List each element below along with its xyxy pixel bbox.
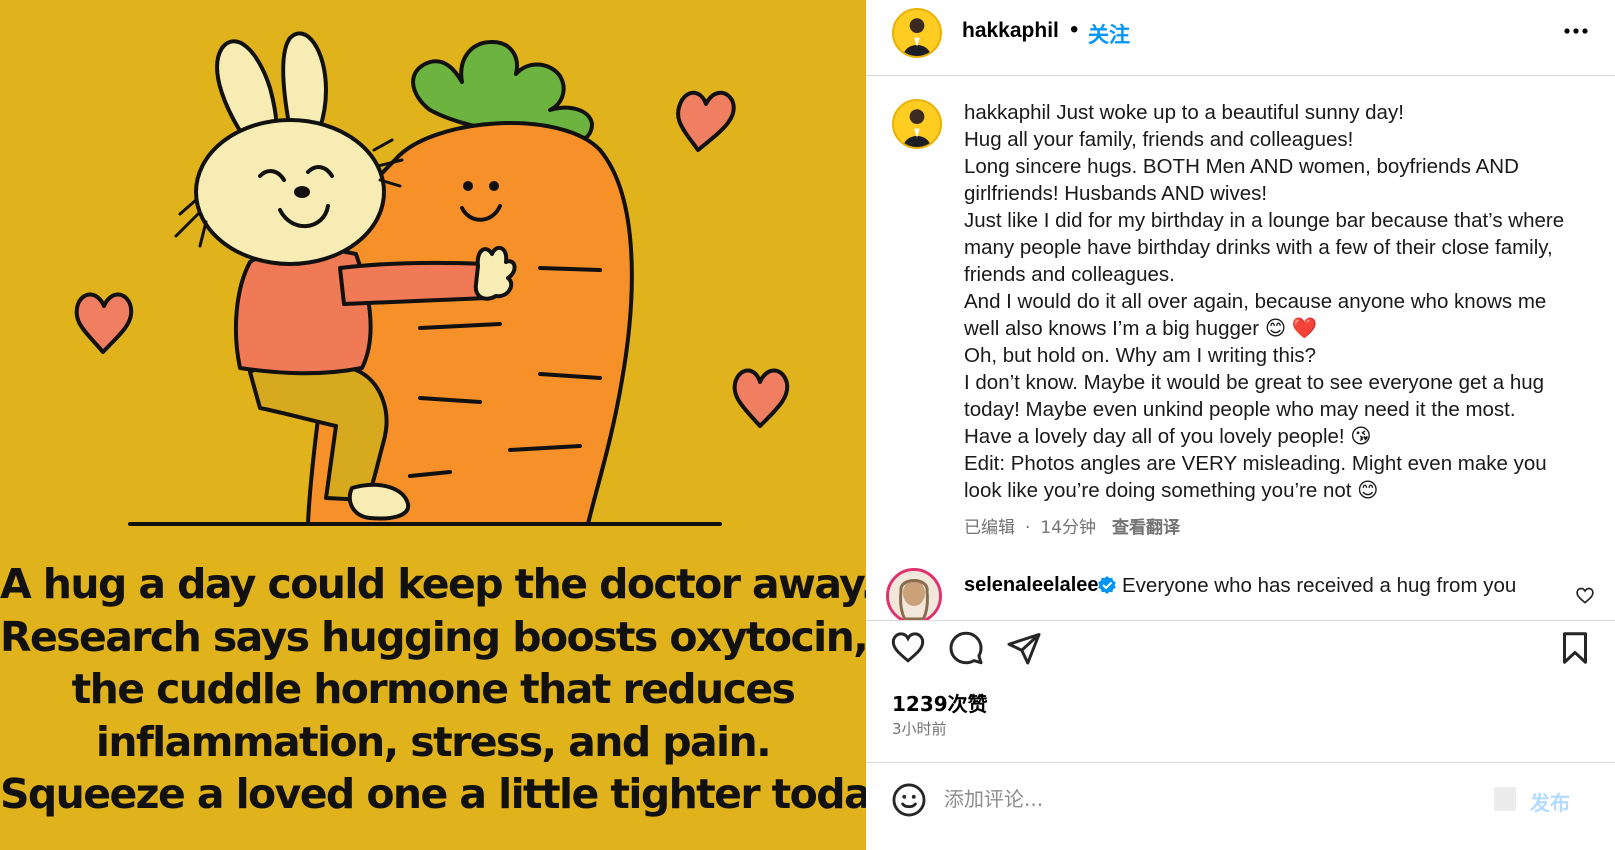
post-actions-bar (866, 622, 1615, 674)
image-text-line: A hug a day could keep the doctor away. (0, 560, 866, 608)
author-username[interactable]: hakkaphil (962, 19, 1059, 43)
image-text-block: A hug a day could keep the doctor away. … (0, 558, 866, 821)
bunny-head (194, 118, 386, 266)
verified-badge-icon (1098, 576, 1116, 594)
send-icon[interactable] (1006, 630, 1042, 666)
image-text-line: inflammation, stress, and pain. (95, 717, 772, 766)
bunny-foot (347, 482, 411, 521)
edited-label: 已编辑 (964, 518, 1015, 538)
heart-shape (676, 90, 736, 152)
caption-meta: 已编辑 · 14分钟 查看翻译 (964, 513, 1190, 538)
comments-scroll-area[interactable]: hakkaphil Just woke up to a beautiful su… (866, 77, 1615, 621)
comment-like-heart-icon[interactable] (1575, 586, 1595, 606)
post-comment-button[interactable]: 发布 (1530, 787, 1570, 816)
comment-text: Everyone who has received a hug from you (1122, 574, 1517, 597)
more-horizontal-icon (1564, 28, 1588, 34)
caption-body: Just woke up to a beautiful sunny day! H… (964, 101, 1565, 502)
comment-row: selenaleelalee Everyone who has received… (866, 564, 1615, 620)
post-image[interactable]: A hug a day could keep the doctor away. … (0, 0, 866, 850)
post-header: hakkaphil • 关注 (866, 0, 1615, 76)
author-avatar[interactable] (892, 8, 942, 58)
see-translation-link[interactable]: 查看翻译 (1112, 518, 1180, 538)
commenter-avatar[interactable] (886, 568, 942, 620)
caption-time[interactable]: 14分钟 (1040, 518, 1096, 538)
bunny-hugging-carrot-illustration (74, 31, 790, 526)
more-options-button[interactable] (1559, 14, 1593, 48)
comment-input[interactable] (944, 781, 1484, 817)
scroll-stepper[interactable] (1494, 787, 1516, 811)
heart-shape (74, 292, 134, 354)
caption-username[interactable]: hakkaphil (964, 101, 1051, 124)
post-timestamp[interactable]: 3小时前 (892, 718, 947, 739)
image-text-line: Research says hugging boosts oxytocin, (0, 612, 866, 661)
meta-separator: · (1025, 518, 1031, 538)
bunny-arm (338, 260, 490, 306)
add-comment-bar: 发布 (866, 762, 1615, 850)
image-text-line: Squeeze a loved one a little tighter tod… (0, 770, 866, 818)
heart-icon[interactable] (890, 630, 926, 666)
bookmark-icon[interactable] (1557, 630, 1593, 666)
post-side-panel: hakkaphil • 关注 hakkaphil Just woke up to… (866, 0, 1615, 850)
commenter-username[interactable]: selenaleelalee (964, 574, 1099, 597)
caption-author-avatar[interactable] (892, 99, 942, 149)
header-separator: • (1070, 16, 1079, 43)
heart-shape (732, 368, 790, 428)
comment-icon[interactable] (948, 630, 984, 666)
emoji-icon[interactable] (890, 781, 928, 819)
caption-text: hakkaphil Just woke up to a beautiful su… (964, 99, 1574, 504)
follow-button[interactable]: 关注 (1088, 19, 1130, 49)
image-text-line: the cuddle hormone that reduces (71, 665, 796, 713)
likes-count[interactable]: 1239次赞 (892, 688, 988, 717)
